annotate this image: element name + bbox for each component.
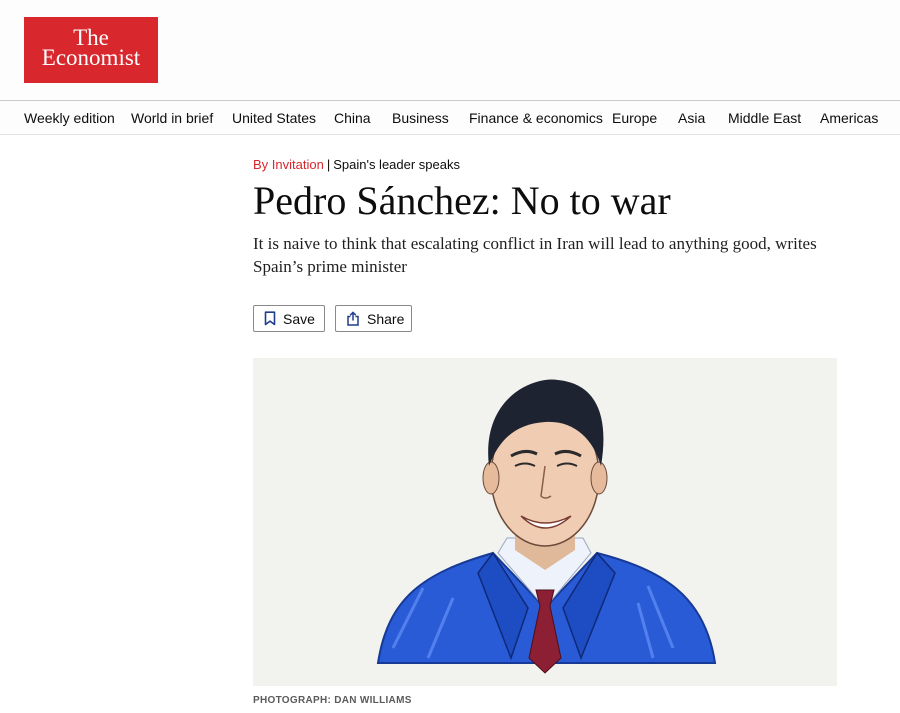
nav-item-asia[interactable]: Asia [678,101,705,134]
article-standfirst: It is naive to think that escalating con… [253,234,817,276]
nav-item-business[interactable]: Business [392,101,449,134]
masthead: The Economist [0,0,900,100]
nav-item-europe[interactable]: Europe [612,101,657,134]
nav-item-united-states[interactable]: United States [232,101,316,134]
kicker-separator: | [326,157,331,172]
nav-item-world-in-brief[interactable]: World in brief [131,101,213,134]
article-illustration [253,358,837,686]
nav-item-finance-economics[interactable]: Finance & economics [469,101,603,134]
logo-line-2: Economist [41,45,141,70]
share-label: Share [367,310,405,327]
economist-logo[interactable]: The Economist [24,17,158,83]
nav-item-china[interactable]: China [334,101,371,134]
portrait-illustration [376,379,717,674]
series-label: Spain's leader speaks [333,157,461,172]
share-button[interactable]: Share [335,305,412,332]
nav-item-weekly-edition[interactable]: Weekly edition [24,101,115,134]
save-button[interactable]: Save [253,305,325,332]
nav-item-americas[interactable]: Americas [820,101,878,134]
bookmark-icon [264,311,276,326]
share-icon [346,311,360,326]
image-caption: PHOTOGRAPH: DAN WILLIAMS [253,695,412,706]
article-headline: Pedro Sánchez: No to war [253,178,671,223]
save-label: Save [283,310,315,327]
article-kicker: By Invitation | Spain's leader speaks [253,157,460,172]
section-link[interactable]: By Invitation [253,157,324,172]
nav-item-middle-east[interactable]: Middle East [728,101,801,134]
main-nav: Weekly edition World in brief United Sta… [0,100,900,135]
